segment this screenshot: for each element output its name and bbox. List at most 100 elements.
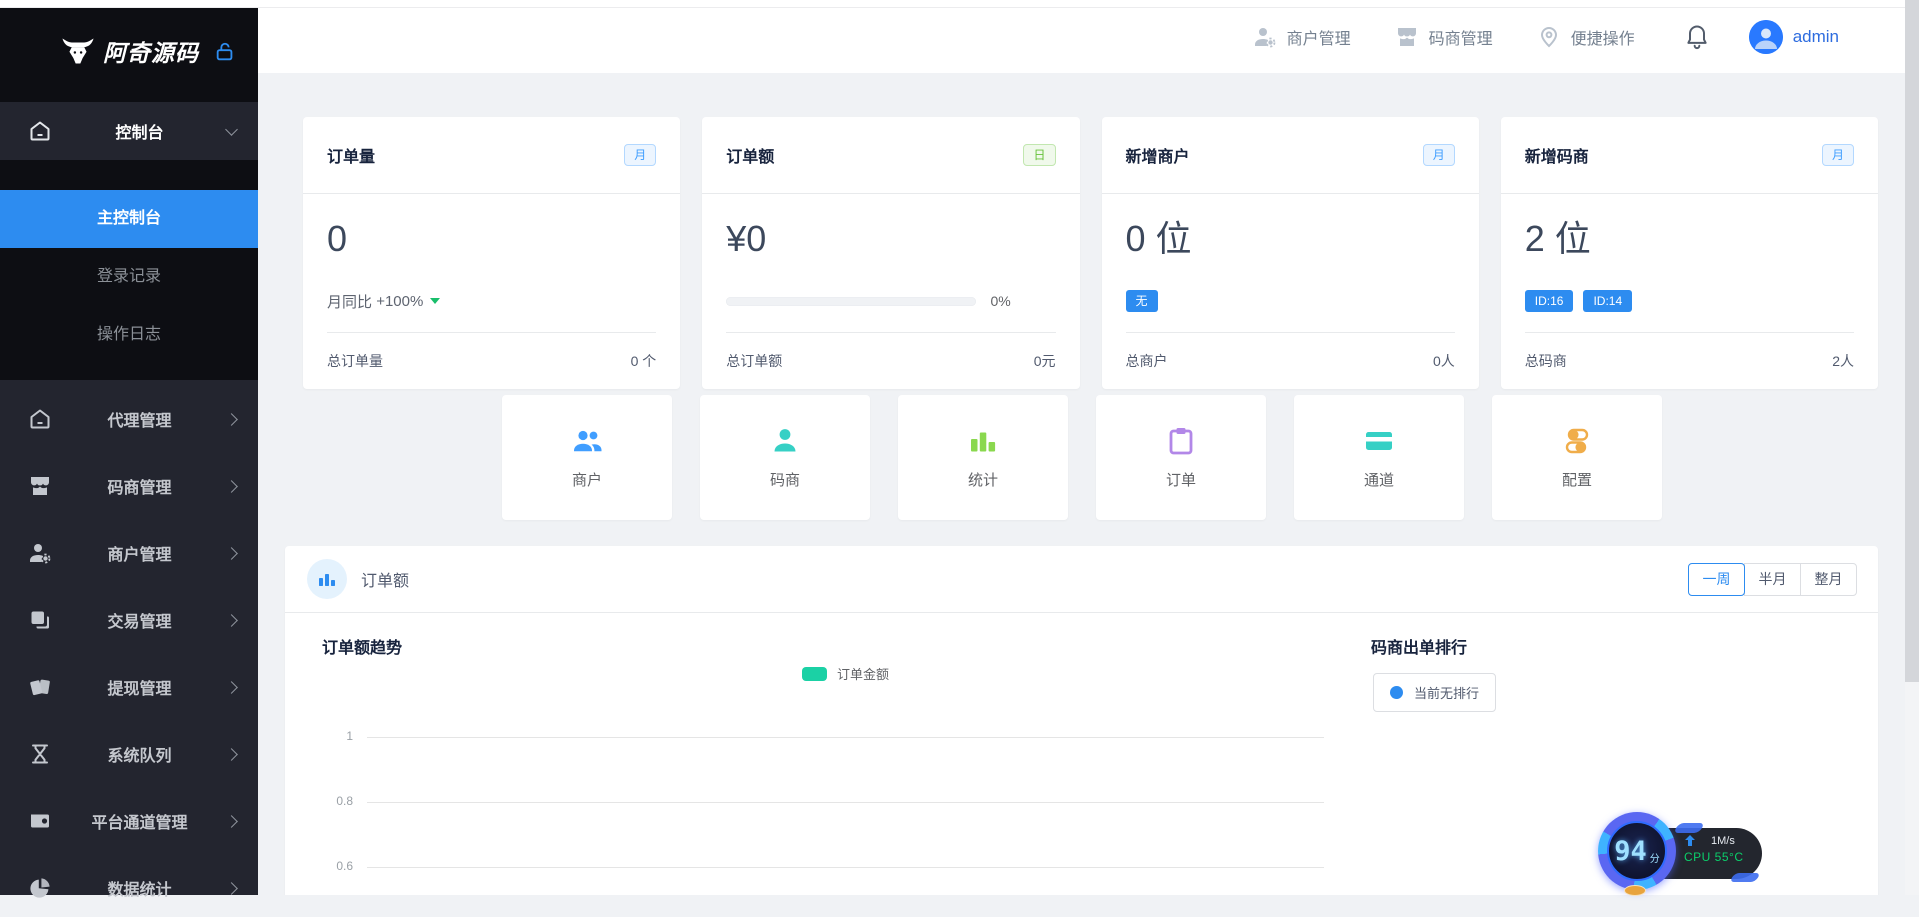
cards-icon [28,675,52,699]
sidebar-item-data-statistics[interactable]: 数据统计 [0,859,258,917]
sidebar-item-merchant-management[interactable]: 商户管理 [0,524,258,582]
sidebar-item-console[interactable]: 控制台 [0,102,258,160]
ranking-empty-item: 当前无排行 [1373,673,1496,712]
sidebar-item-platform-channel-management[interactable]: 平台通道管理 [0,792,258,850]
system-monitor-widget[interactable]: 1M/s CPU 55°C 94 分 [1598,812,1770,895]
period-badge: 月 [1822,144,1854,166]
card-subrow: 0% [726,284,1055,318]
shortcut-channels[interactable]: 通道 [1294,395,1464,520]
chevron-down-icon [225,123,238,136]
username: admin [1793,27,1839,47]
range-button-week[interactable]: 一周 [1688,563,1745,596]
score-value: 94 [1614,836,1647,867]
footer-value: 0元 [1034,351,1056,371]
top-header: 商户管理 码商管理 便捷操作 [258,0,1905,73]
header-nav-quick-actions[interactable]: 便捷操作 [1537,25,1635,49]
sidebar-item-label: 交易管理 [52,608,227,632]
card-subrow: ID:16 ID:14 [1525,284,1854,318]
tag: 无 [1126,290,1158,312]
sub-value: +100% [376,293,423,310]
shortcut-orders[interactable]: 订单 [1096,395,1266,520]
shortcut-label: 订单 [1166,469,1196,490]
footer-value: 0 个 [631,351,657,371]
submenu-item-operation-logs[interactable]: 操作日志 [0,306,258,364]
top-strip [0,0,1919,8]
submenu-item-main-console[interactable]: 主控制台 [0,190,258,248]
user-gear-icon [1253,25,1277,49]
sidebar-item-label: 提现管理 [52,675,227,699]
scrollbar-thumb[interactable] [1905,0,1919,682]
shortcuts-row: 商户 码商 统计 [502,395,1662,520]
range-button-full-month[interactable]: 整月 [1800,563,1857,596]
footer-label: 总订单额 [726,351,782,371]
shortcut-statistics[interactable]: 统计 [898,395,1068,520]
card-title: 订单额 [726,143,774,167]
sidebar-item-agent-management[interactable]: 代理管理 [0,390,258,448]
submenu-item-login-records[interactable]: 登录记录 [0,248,258,306]
logo-text: 阿奇源码 [103,34,199,68]
footer-label: 总订单量 [327,351,383,371]
network-speed: 1M/s [1711,835,1735,847]
y-axis-tick: 1 [346,729,353,743]
caret-down-icon [430,298,440,304]
period-badge: 月 [1423,144,1455,166]
legend-swatch [802,667,827,681]
home-icon [28,407,52,431]
card-title: 订单量 [327,143,375,167]
shortcut-settings[interactable]: 配置 [1492,395,1662,520]
footer-label: 总商户 [1126,351,1168,371]
bar-chart-icon [307,559,347,599]
credit-card-icon [1362,425,1396,457]
chevron-right-icon [225,748,238,761]
sidebar-item-withdrawal-management[interactable]: 提现管理 [0,658,258,716]
lock-icon[interactable] [214,40,236,64]
header-nav-codemerchant-management[interactable]: 码商管理 [1395,25,1493,49]
shortcut-label: 通道 [1364,469,1394,490]
card-value: 2 位 [1525,214,1854,264]
y-axis-tick: 0.6 [336,859,353,873]
card-subrow: 无 [1126,284,1455,318]
sidebar-item-label: 代理管理 [52,407,227,431]
sidebar-item-label: 系统队列 [52,742,227,766]
chevron-right-icon [225,882,238,895]
chart-gridline: 0.8 [367,802,1324,803]
card-title: 新增商户 [1126,143,1190,167]
ranking-empty-label: 当前无排行 [1414,683,1479,702]
panel-header: 订单额 一周 半月 整月 [285,546,1878,613]
wallet-icon [28,809,52,833]
stat-cards-row: 订单量 月 0 月同比 +100% 总订单量 0 个 订单额 日 [303,117,1878,389]
vertical-scrollbar[interactable] [1905,0,1919,895]
chevron-right-icon [225,815,238,828]
notification-bell-icon[interactable] [1683,22,1711,52]
tag[interactable]: ID:16 [1525,290,1574,312]
user-menu[interactable]: admin [1749,20,1839,54]
sidebar-item-system-queue[interactable]: 系统队列 [0,725,258,783]
header-nav-merchant-management[interactable]: 商户管理 [1253,25,1351,49]
shortcut-codemerchants[interactable]: 码商 [700,395,870,520]
card-title: 新增码商 [1525,143,1589,167]
card-value: ¥0 [726,214,1055,264]
footer-label: 总码商 [1525,351,1567,371]
sidebar-item-label: 平台通道管理 [52,809,227,833]
legend-label: 订单金额 [837,664,889,683]
shortcut-label: 码商 [770,469,800,490]
sidebar-item-label: 数据统计 [52,876,227,900]
sidebar-item-codemerchant-management[interactable]: 码商管理 [0,457,258,515]
shortcut-label: 配置 [1562,469,1592,490]
tag[interactable]: ID:14 [1583,290,1632,312]
pie-chart-icon [28,876,52,900]
sidebar: 阿奇源码 控制台 主控制台 登录记录 操作日志 [0,0,258,895]
range-button-half-month[interactable]: 半月 [1744,563,1801,596]
main-content: 订单量 月 0 月同比 +100% 总订单量 0 个 订单额 日 [258,73,1905,895]
sidebar-item-label: 控制台 [52,119,227,143]
sub-label: 月同比 [327,291,372,312]
users-icon [570,425,604,457]
shortcut-label: 统计 [968,469,998,490]
chart-legend[interactable]: 订单金额 [367,664,1324,683]
gauge-bottom-dot [1624,885,1646,896]
sidebar-item-transaction-management[interactable]: 交易管理 [0,591,258,649]
shortcut-merchants[interactable]: 商户 [502,395,672,520]
chevron-right-icon [225,614,238,627]
progress-bar [726,297,976,306]
bull-logo-icon [59,37,97,65]
